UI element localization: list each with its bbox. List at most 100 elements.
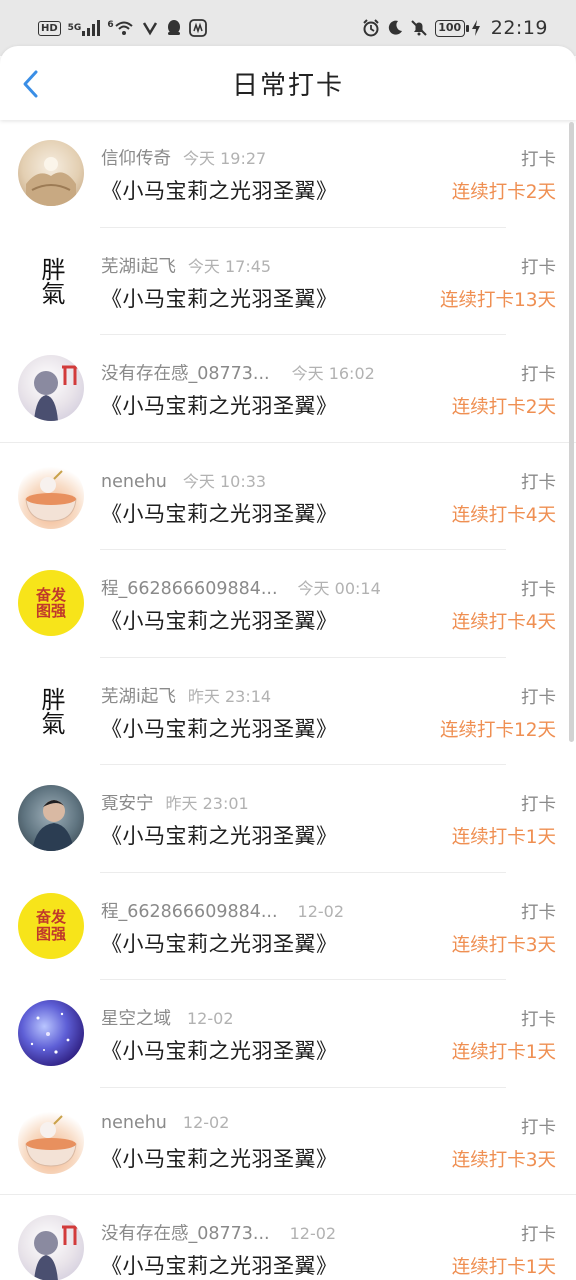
user-avatar[interactable] xyxy=(18,140,84,206)
checkin-time: 今天 17:45 xyxy=(187,256,272,276)
book-title[interactable]: 《小马宝莉之光羽圣翼》 xyxy=(101,283,338,313)
action-label: 打卡 xyxy=(521,1117,556,1138)
back-button[interactable] xyxy=(16,69,46,99)
user-name[interactable]: 信仰传奇 xyxy=(101,145,171,170)
streak-label: 连续打卡2天 xyxy=(451,182,556,203)
user-name[interactable]: nenehu xyxy=(101,472,167,492)
list-item[interactable]: nenehu 今天 10:33 《小马宝莉之光羽圣翼》 打卡 连续打卡4天 xyxy=(0,443,576,550)
checkin-time: 12-02 xyxy=(187,1009,234,1028)
entry-meta: 覔安宁 昨天 23:01 xyxy=(101,790,249,815)
checkin-time: 今天 00:14 xyxy=(297,579,381,598)
checkin-time: 今天 19:27 xyxy=(183,149,267,168)
user-avatar[interactable] xyxy=(18,1000,84,1066)
alarm-icon xyxy=(362,19,380,37)
action-label: 打卡 xyxy=(521,902,556,923)
list-item[interactable]: 覔安宁 昨天 23:01 《小马宝莉之光羽圣翼》 打卡 连续打卡1天 xyxy=(0,765,576,873)
avatar-image xyxy=(34,365,78,421)
book-title[interactable]: 《小马宝莉之光羽圣翼》 xyxy=(101,390,338,420)
avatar-calligraphy: 胖氣 xyxy=(37,256,65,305)
user-name[interactable]: nenehu xyxy=(101,1113,167,1133)
user-name[interactable]: 程_662866609884... xyxy=(101,898,278,923)
wifi-icon: 6 xyxy=(107,20,133,36)
qq-icon xyxy=(166,19,182,37)
entry-meta: nenehu 今天 10:33 xyxy=(101,468,266,492)
list-item[interactable]: 奋发图强 程_662866609884... 12-02 《小马宝莉之光羽圣翼》… xyxy=(0,873,576,980)
user-avatar[interactable] xyxy=(18,785,84,851)
user-avatar[interactable] xyxy=(18,462,84,529)
user-avatar[interactable] xyxy=(18,1215,84,1280)
user-avatar[interactable]: 胖氣 xyxy=(18,247,84,314)
streak-label: 连续打卡3天 xyxy=(451,1149,556,1171)
back-arrow-icon xyxy=(23,70,38,98)
streak-label: 连续打卡1天 xyxy=(451,1042,556,1063)
book-title[interactable]: 《小马宝莉之光羽圣翼》 xyxy=(101,820,338,850)
charging-icon xyxy=(471,20,480,36)
list-item[interactable]: 胖氣 芜湖i起飞 今天 17:45 《小马宝莉之光羽圣翼》 打卡 连续打卡13天 xyxy=(0,228,576,335)
moon-icon xyxy=(387,20,403,36)
network-type: 5G xyxy=(67,23,82,33)
user-avatar[interactable]: 奋发图强 xyxy=(18,570,84,636)
checkin-time: 今天 10:33 xyxy=(182,471,267,491)
streak-label: 连续打卡13天 xyxy=(439,289,556,311)
checkin-time: 昨天 23:14 xyxy=(187,686,272,706)
avatar-image xyxy=(25,469,77,522)
user-avatar[interactable] xyxy=(18,355,84,421)
book-title[interactable]: 《小马宝莉之光羽圣翼》 xyxy=(101,175,338,205)
user-avatar[interactable] xyxy=(18,1107,84,1174)
book-title[interactable]: 《小马宝莉之光羽圣翼》 xyxy=(101,713,338,743)
user-name[interactable]: 覔安宁 xyxy=(101,790,154,815)
book-title[interactable]: 《小马宝莉之光羽圣翼》 xyxy=(101,1035,338,1065)
book-title[interactable]: 《小马宝莉之光羽圣翼》 xyxy=(101,605,338,635)
vpn-icon xyxy=(141,20,159,36)
checkin-time: 12-02 xyxy=(182,1112,230,1132)
user-avatar[interactable]: 胖氣 xyxy=(18,677,84,744)
checkin-list[interactable]: 信仰传奇 今天 19:27 《小马宝莉之光羽圣翼》 打卡 连续打卡2天 胖氣 芜… xyxy=(0,120,576,1280)
avatar-image xyxy=(32,800,74,851)
action-label: 打卡 xyxy=(521,580,556,600)
app-notification-icon xyxy=(188,19,207,37)
user-name[interactable]: 芜湖i起飞 xyxy=(101,683,176,708)
battery-icon: 100 xyxy=(434,19,469,37)
mute-icon xyxy=(410,19,428,37)
user-avatar[interactable]: 奋发图强 xyxy=(18,892,84,959)
action-label: 打卡 xyxy=(521,1010,556,1030)
streak-label: 连续打卡1天 xyxy=(451,1257,556,1278)
avatar-image xyxy=(30,1012,70,1054)
checkin-time: 今天 16:02 xyxy=(291,364,375,383)
list-item[interactable]: 星空之域 12-02 《小马宝莉之光羽圣翼》 打卡 连续打卡1天 xyxy=(0,980,576,1088)
entry-meta: 程_662866609884... 12-02 xyxy=(101,898,344,923)
avatar-seal-text: 奋发图强 xyxy=(35,585,66,620)
entry-meta: 信仰传奇 今天 19:27 xyxy=(101,145,266,170)
user-name[interactable]: 程_662866609884... xyxy=(101,575,278,600)
hd-badge: HD xyxy=(38,20,61,36)
book-title[interactable]: 《小马宝莉之光羽圣翼》 xyxy=(101,1143,338,1173)
user-name[interactable]: 星空之域 xyxy=(101,1005,171,1030)
list-item[interactable]: 奋发图强 程_662866609884... 今天 00:14 《小马宝莉之光羽… xyxy=(0,550,576,658)
list-item[interactable]: 信仰传奇 今天 19:27 《小马宝莉之光羽圣翼》 打卡 连续打卡2天 xyxy=(0,120,576,228)
streak-label: 连续打卡2天 xyxy=(451,397,556,418)
book-title[interactable]: 《小马宝莉之光羽圣翼》 xyxy=(101,928,338,958)
user-name[interactable]: 芜湖i起飞 xyxy=(101,253,176,278)
scrollbar[interactable] xyxy=(569,122,574,742)
page-title: 日常打卡 xyxy=(231,70,344,101)
status-right: 100 22:19 xyxy=(362,17,548,39)
cell-signal-icon: 5G xyxy=(68,20,101,36)
user-name[interactable]: 没有存在感_08773... xyxy=(101,360,270,385)
top-navigation: 日常打卡 xyxy=(0,46,576,120)
streak-label: 连续打卡4天 xyxy=(451,612,556,633)
avatar-calligraphy: 胖氣 xyxy=(37,686,65,735)
book-title[interactable]: 《小马宝莉之光羽圣翼》 xyxy=(101,498,338,528)
list-item[interactable]: 没有存在感_08773... 今天 16:02 《小马宝莉之光羽圣翼》 打卡 连… xyxy=(0,335,576,443)
list-item[interactable]: 没有存在感_08773... 12-02 《小马宝莉之光羽圣翼》 打卡 连续打卡… xyxy=(0,1195,576,1280)
entry-meta: nenehu 12-02 xyxy=(101,1113,229,1133)
list-item[interactable]: 胖氣 芜湖i起飞 昨天 23:14 《小马宝莉之光羽圣翼》 打卡 连续打卡12天 xyxy=(0,658,576,765)
user-name[interactable]: 没有存在感_08773... xyxy=(101,1220,270,1245)
action-label: 打卡 xyxy=(521,472,556,493)
book-title[interactable]: 《小马宝莉之光羽圣翼》 xyxy=(101,1250,338,1280)
list-item[interactable]: nenehu 12-02 《小马宝莉之光羽圣翼》 打卡 连续打卡3天 xyxy=(0,1088,576,1195)
entry-meta: 没有存在感_08773... 今天 16:02 xyxy=(101,360,375,385)
status-left: HD 5G 6 xyxy=(38,19,207,37)
checkin-time: 12-02 xyxy=(297,901,345,921)
avatar-image xyxy=(34,1225,78,1280)
streak-label: 连续打卡3天 xyxy=(451,934,556,956)
